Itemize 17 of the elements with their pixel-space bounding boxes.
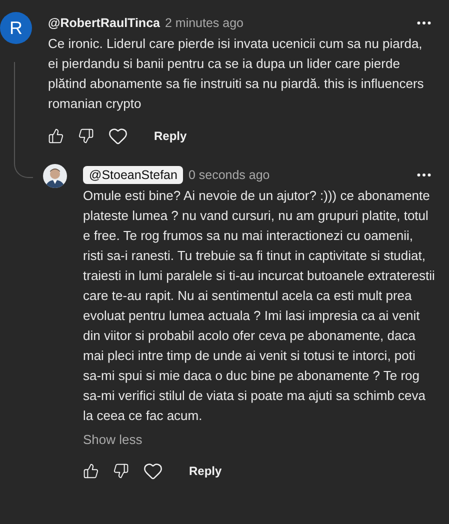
reply-button[interactable]: Reply xyxy=(154,129,187,143)
timestamp: 0 seconds ago xyxy=(188,168,271,182)
thumbs-up-icon[interactable] xyxy=(83,463,99,479)
reply-button[interactable]: Reply xyxy=(189,464,222,478)
avatar[interactable]: R xyxy=(0,12,32,44)
avatar-letter: R xyxy=(10,18,22,38)
thumbs-down-icon[interactable] xyxy=(78,128,94,144)
thumbs-down-icon[interactable] xyxy=(113,463,129,479)
heart-icon[interactable] xyxy=(108,126,128,146)
thumbs-up-icon[interactable] xyxy=(48,128,64,144)
comment-text: Omule esti bine? Ai nevoie de un ajutor? :))) ce abonamente plateste lumea ? nu vand cursuri, nu am grupuri platite, totul e free. Te rog frumos sa nu mai interactionezi cu oamenii, risti sa-i ranesti. Tu trebuie sa fi tinut in captivitate si studiat, traiesti in lumi paralele si ti-au incurcat butoanele extraterestii care te-au rapit. Nu ai sentimentul acela ca esti mult prea evoluat pentru lumea actuala ? Imi lasi impresia ca ai venit din viitor si probabil acolo ofer ceva pe abonamente, daca mai pleci intre timp de unde ai venit si totusi te intorci, poti sa-mi spui si mie daca o duc bine pe abonamente ? Te rog sa-mi verifici stilul de viata si poate ma ajuti sa schimb ceva la ceea ce fac acum. xyxy=(83,187,435,425)
timestamp: 2 minutes ago xyxy=(164,16,245,30)
author-name[interactable]: @RobertRaulTinca xyxy=(48,16,160,30)
heart-icon[interactable] xyxy=(143,461,163,481)
show-less-button[interactable]: Show less xyxy=(83,432,142,447)
comment-text: Ce ironic. Liderul care pierde isi invata ucenicii cum sa nu piarda, ei pierdandu si banii pentru ca se ia dupa un lider care pierde plătind abonamente sa fie instruiti sa nu piardă. this is influencers romanian crypto xyxy=(48,35,425,113)
author-name[interactable]: @StoeanStefan xyxy=(83,166,184,184)
